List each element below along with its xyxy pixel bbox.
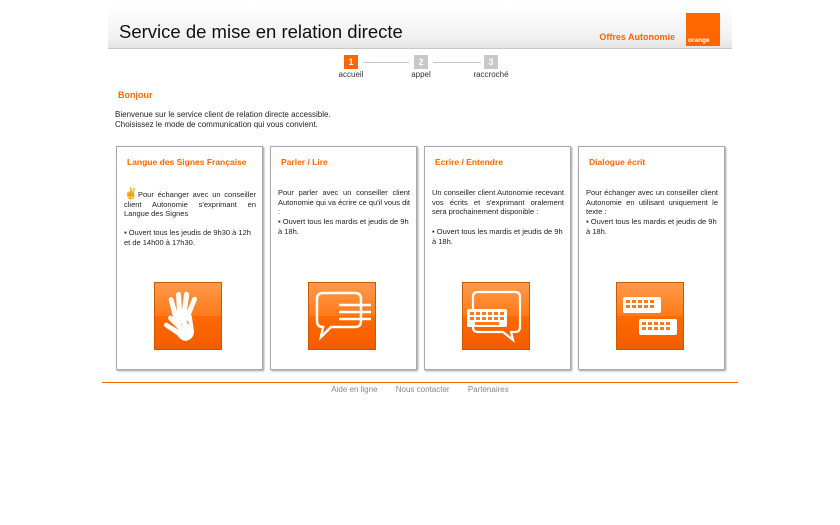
step-raccroche: 3 raccroché <box>471 55 511 79</box>
card-hours-text: Ouvert tous les jeudis de 9h30 à 12h et … <box>124 228 251 247</box>
step-number: 1 <box>344 55 358 69</box>
step-label: appel <box>411 70 431 79</box>
card-description: Pour échanger avec un conseiller client … <box>586 188 718 216</box>
card-hours-text: Ouvert tous les mardis et jeudis de 9h à… <box>432 227 563 246</box>
card-title: Parler / Lire <box>281 157 328 167</box>
intro-line: Choisissez le mode de communication qui … <box>115 120 318 129</box>
page-header: Service de mise en relation directe Offr… <box>108 6 732 49</box>
card-ecrire-entendre[interactable]: Ecrire / Entendre Un conseiller client A… <box>424 146 571 370</box>
logo-text: orange <box>688 37 710 44</box>
card-title: Ecrire / Entendre <box>435 157 504 167</box>
footer-divider <box>102 382 738 383</box>
page-title: Service de mise en relation directe <box>119 21 403 42</box>
offres-autonomie-link[interactable]: Offres Autonomie <box>599 32 675 42</box>
card-description: Pour parler avec un conseiller client Au… <box>278 188 410 216</box>
step-label: accueil <box>338 70 364 79</box>
step-label: raccroché <box>473 70 509 79</box>
card-description: ✌Pour échanger avec un conseiller client… <box>124 188 256 219</box>
footer-links: Aide en ligne Nous contacter Partenaires <box>0 385 840 394</box>
sign-language-hands-icon[interactable] <box>154 282 222 350</box>
footer-link-partenaires[interactable]: Partenaires <box>468 385 509 394</box>
card-hours: ▪ Ouvert tous les mardis et jeudis de 9h… <box>278 217 409 236</box>
speech-bubble-text-icon[interactable] <box>308 282 376 350</box>
two-keyboards-icon[interactable] <box>616 282 684 350</box>
orange-logo[interactable]: orange <box>686 13 720 46</box>
card-langue-des-signes[interactable]: Langue des Signes Française ✌Pour échang… <box>116 146 263 370</box>
card-hours: ▪ Ouvert tous les jeudis de 9h30 à 12h e… <box>124 228 251 247</box>
card-hours: ▪ Ouvert tous les mardis et jeudis de 9h… <box>432 227 563 246</box>
card-dialogue-ecrit[interactable]: Dialogue écrit Pour échanger avec un con… <box>578 146 725 370</box>
card-description-text: Pour échanger avec un conseiller client … <box>124 190 256 219</box>
card-hours-text: Ouvert tous les mardis et jeudis de 9h à… <box>278 217 409 236</box>
card-parler-lire[interactable]: Parler / Lire Pour parler avec un consei… <box>270 146 417 370</box>
greeting: Bonjour <box>118 90 153 100</box>
card-title: Dialogue écrit <box>589 157 646 167</box>
intro-text: Bienvenue sur le service client de relat… <box>115 110 331 130</box>
progress-steps: 1 accueil 2 appel 3 raccroché <box>330 55 520 79</box>
card-hours: ▪ Ouvert tous les mardis et jeudis de 9h… <box>586 217 717 236</box>
footer-link-contact[interactable]: Nous contacter <box>396 385 450 394</box>
step-accueil: 1 accueil <box>331 55 371 79</box>
hand-cursor-icon: ✌ <box>124 188 138 201</box>
card-hours-text: Ouvert tous les mardis et jeudis de 9h à… <box>586 217 717 236</box>
intro-line: Bienvenue sur le service client de relat… <box>115 110 331 119</box>
step-number: 3 <box>484 55 498 69</box>
card-title: Langue des Signes Française <box>127 157 247 167</box>
speech-bubble-keyboard-icon[interactable] <box>462 282 530 350</box>
card-description: Un conseiller client Autonomie recevant … <box>432 188 564 216</box>
step-number: 2 <box>414 55 428 69</box>
step-appel: 2 appel <box>401 55 441 79</box>
footer-link-aide[interactable]: Aide en ligne <box>331 385 377 394</box>
